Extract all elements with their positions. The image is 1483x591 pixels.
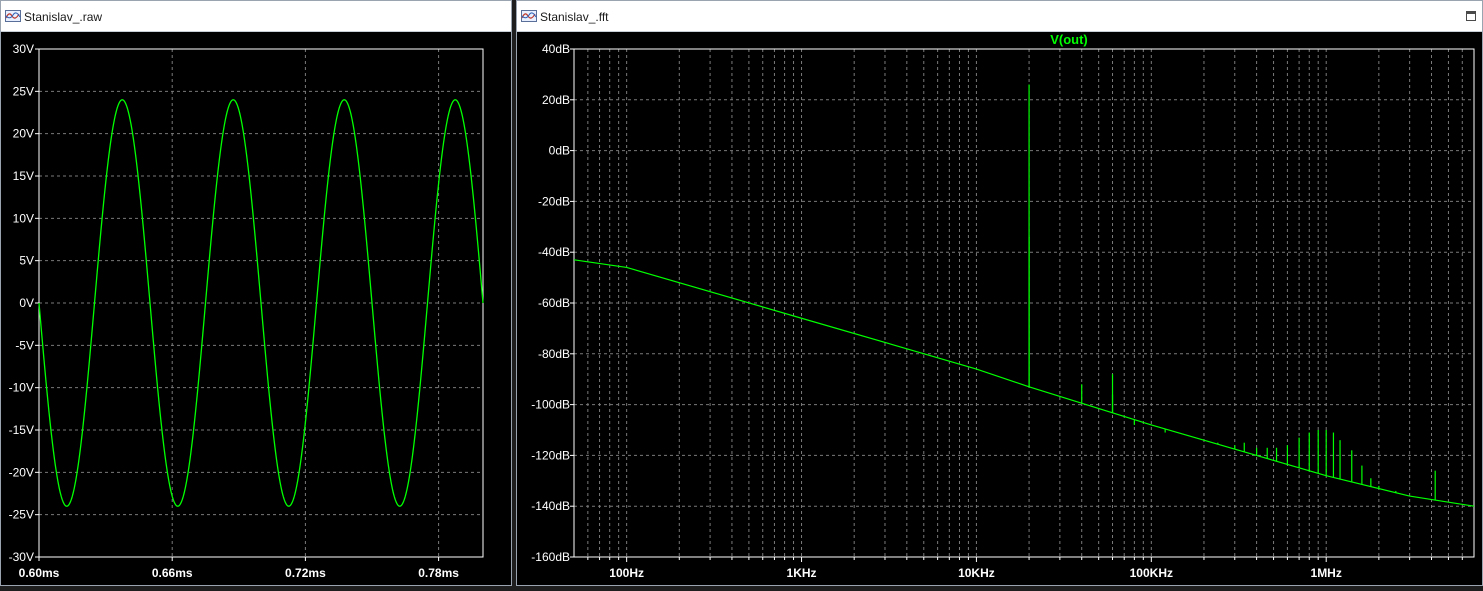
y-tick-label: -10V — [9, 381, 34, 395]
y-tick-label: -20dB — [538, 194, 570, 208]
y-tick-label: 20V — [13, 127, 34, 141]
y-tick-label: -100dB — [531, 398, 570, 412]
y-tick-label: -5V — [15, 338, 34, 352]
x-tick-label: 0.60ms — [19, 566, 60, 580]
fft-chart[interactable]: 40dB 20dB 0dB -20dB -40dB -60dB -80dB -100dB -12… — [517, 32, 1482, 586]
fft-window-titlebar[interactable]: Stanislav_.fft — [517, 1, 1482, 32]
y-tick-label: -140dB — [531, 499, 570, 513]
y-tick-label: 5V — [19, 254, 34, 268]
waveform-icon — [5, 10, 21, 22]
y-tick-label: 20dB — [542, 93, 570, 107]
y-tick-label: -15V — [9, 423, 34, 437]
raw-plot-area[interactable]: 30V 25V 20V 15V 10V 5V 0V -5V -10V -15V -20V -25V -3… — [1, 32, 511, 585]
noise-floor-trace — [573, 259, 1475, 507]
waveform-icon — [521, 10, 537, 22]
y-tick-label: -30V — [9, 550, 34, 564]
time-domain-chart[interactable]: 30V 25V 20V 15V 10V 5V 0V -5V -10V -15V -20V -25V -3… — [1, 32, 511, 586]
x-tick-label: 1MHz — [1311, 566, 1342, 580]
raw-window-titlebar[interactable]: Stanislav_.raw — [1, 1, 511, 32]
raw-window[interactable]: Stanislav_.raw 30V 25V 20V 15V 10V 5V 0V -5V -10… — [0, 0, 512, 586]
y-tick-label: 0V — [19, 296, 34, 310]
y-tick-label: 15V — [13, 169, 34, 183]
x-tick-label: 100Hz — [609, 566, 644, 580]
y-tick-label: -160dB — [531, 550, 570, 564]
x-tick-label: 0.78ms — [418, 566, 459, 580]
x-tick-label: 100KHz — [1130, 566, 1173, 580]
y-tick-label: -40dB — [538, 245, 570, 259]
y-tick-label: 30V — [13, 42, 34, 56]
x-tick-label: 0.66ms — [152, 566, 193, 580]
y-tick-label: -25V — [9, 508, 34, 522]
fft-plot-area[interactable]: 40dB 20dB 0dB -20dB -40dB -60dB -80dB -100dB -12… — [517, 32, 1482, 585]
y-tick-label: 25V — [13, 84, 34, 98]
y-tick-label: 40dB — [542, 42, 570, 56]
y-tick-label: 10V — [13, 211, 34, 225]
y-tick-label: -20V — [9, 465, 34, 479]
x-tick-label: 10KHz — [958, 566, 995, 580]
y-tick-label: -120dB — [531, 448, 570, 462]
trace-name-label: V(out) — [1050, 32, 1088, 47]
y-tick-label: -60dB — [538, 296, 570, 310]
fft-window[interactable]: Stanislav_.fft 40dB 20dB 0dB -20dB -40dB -60d… — [516, 0, 1483, 586]
x-tick-label: 1KHz — [787, 566, 817, 580]
y-tick-label: 0dB — [549, 144, 570, 158]
maximize-icon[interactable] — [1464, 9, 1478, 23]
y-tick-label: -80dB — [538, 347, 570, 361]
x-tick-label: 0.72ms — [285, 566, 326, 580]
fft-window-title: Stanislav_.fft — [540, 10, 609, 24]
raw-window-title: Stanislav_.raw — [24, 10, 103, 24]
